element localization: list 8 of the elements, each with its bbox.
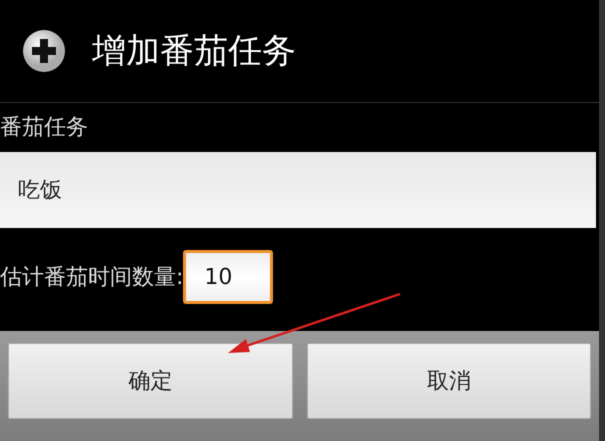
- add-icon: [22, 29, 66, 73]
- dialog-button[interactable]: 确定: [8, 343, 292, 419]
- task-label: 番茄任务: [0, 115, 88, 140]
- dialog-title: 增加番茄任务: [92, 30, 296, 72]
- count-input-field[interactable]: 10: [183, 250, 274, 304]
- dialog-button[interactable]: 取消: [306, 343, 591, 419]
- task-input-field[interactable]: 吃饭: [0, 152, 596, 228]
- count-label: 估计番茄时间数量:: [0, 264, 184, 292]
